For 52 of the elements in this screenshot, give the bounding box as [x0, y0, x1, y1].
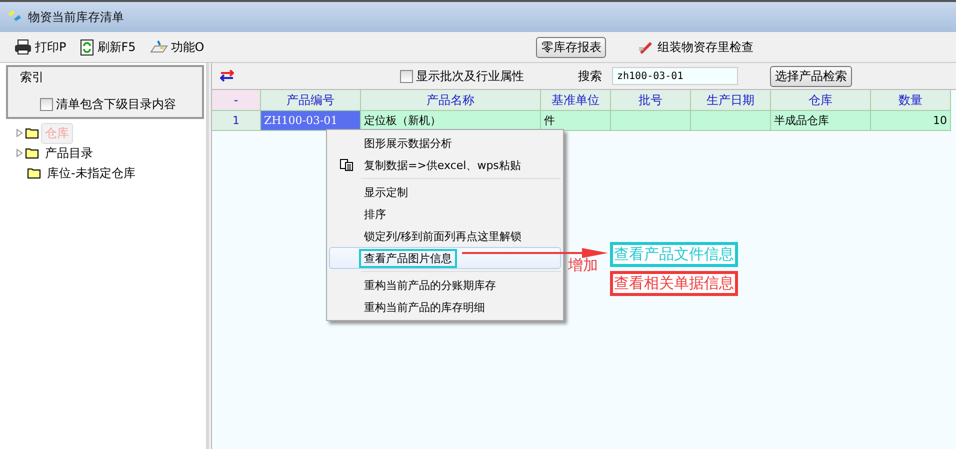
column-header[interactable]: 产品编号: [261, 90, 361, 111]
toolbar-button[interactable]: 组装物资存里检查: [636, 38, 756, 56]
window-title: 物资当前库存清单: [28, 8, 124, 26]
search-field[interactable]: zh100-03-01: [612, 67, 738, 85]
column-header[interactable]: 基准单位: [541, 90, 611, 111]
pencil-icon: [638, 40, 654, 54]
expand-arrow-icon[interactable]: [16, 129, 23, 137]
select-product-button[interactable]: 选择产品检索: [770, 66, 852, 86]
menu-item[interactable]: 查看产品图片信息: [329, 247, 561, 269]
checkbox-label: 显示批次及行业属性: [416, 68, 524, 84]
column-header[interactable]: -: [212, 90, 261, 111]
column-header[interactable]: 产品名称: [361, 90, 541, 111]
toolbar-button[interactable]: 打印P: [12, 38, 68, 56]
printer-icon: [14, 39, 32, 55]
menu-item[interactable]: 复制数据=>供excel、wps粘贴: [329, 154, 561, 176]
refresh-document-icon: [80, 38, 94, 56]
folder-icon: [25, 147, 39, 159]
report-button[interactable]: 零库存报表: [536, 36, 606, 58]
table-cell: ZH100-03-01: [261, 111, 361, 131]
annotation-label: 增加: [568, 256, 598, 275]
search-label: 搜索: [578, 68, 602, 84]
table-cell: 定位板（新机）: [361, 111, 541, 131]
tree-item[interactable]: 产品目录: [41, 142, 97, 164]
copy-icon: [340, 159, 352, 171]
annotation-label: 查看产品文件信息: [610, 242, 738, 267]
column-header[interactable]: 生产日期: [691, 90, 771, 111]
menu-item[interactable]: 图形展示数据分析: [329, 132, 561, 154]
panel-title: 索引: [19, 69, 45, 86]
expand-arrow-icon[interactable]: [16, 149, 23, 157]
table-cell: 半成品仓库: [771, 111, 871, 131]
table-cell: 件: [541, 111, 611, 131]
toolbar-button[interactable]: 刷新F5: [78, 38, 138, 56]
folder-icon: [25, 127, 39, 139]
menu-item[interactable]: 显示定制: [329, 181, 561, 203]
checkbox-label: 清单包含下级目录内容: [56, 96, 176, 113]
menu-item[interactable]: 排序: [329, 203, 561, 225]
table-cell: 10: [871, 111, 951, 131]
toolbar-button[interactable]: 功能O: [148, 38, 206, 56]
column-header[interactable]: 数量: [871, 90, 951, 111]
folder-icon: [27, 167, 41, 179]
checkbox[interactable]: [400, 70, 413, 82]
menu-item[interactable]: 锁定列/移到前面列再点这里解锁: [329, 225, 561, 247]
checkbox[interactable]: [40, 98, 53, 111]
menu-item[interactable]: 重构当前产品的分账期库存: [329, 274, 561, 296]
swap-arrows-icon[interactable]: [220, 70, 234, 82]
annotation-label: 查看相关单据信息: [610, 271, 738, 296]
column-header[interactable]: 仓库: [771, 90, 871, 111]
tree-item[interactable]: 库位-未指定仓库: [43, 162, 140, 184]
menu-item[interactable]: 重构当前产品的库存明细: [329, 296, 561, 318]
table-cell: 1: [212, 111, 261, 131]
column-header[interactable]: 批号: [611, 90, 691, 111]
tool-icon: [150, 40, 168, 54]
